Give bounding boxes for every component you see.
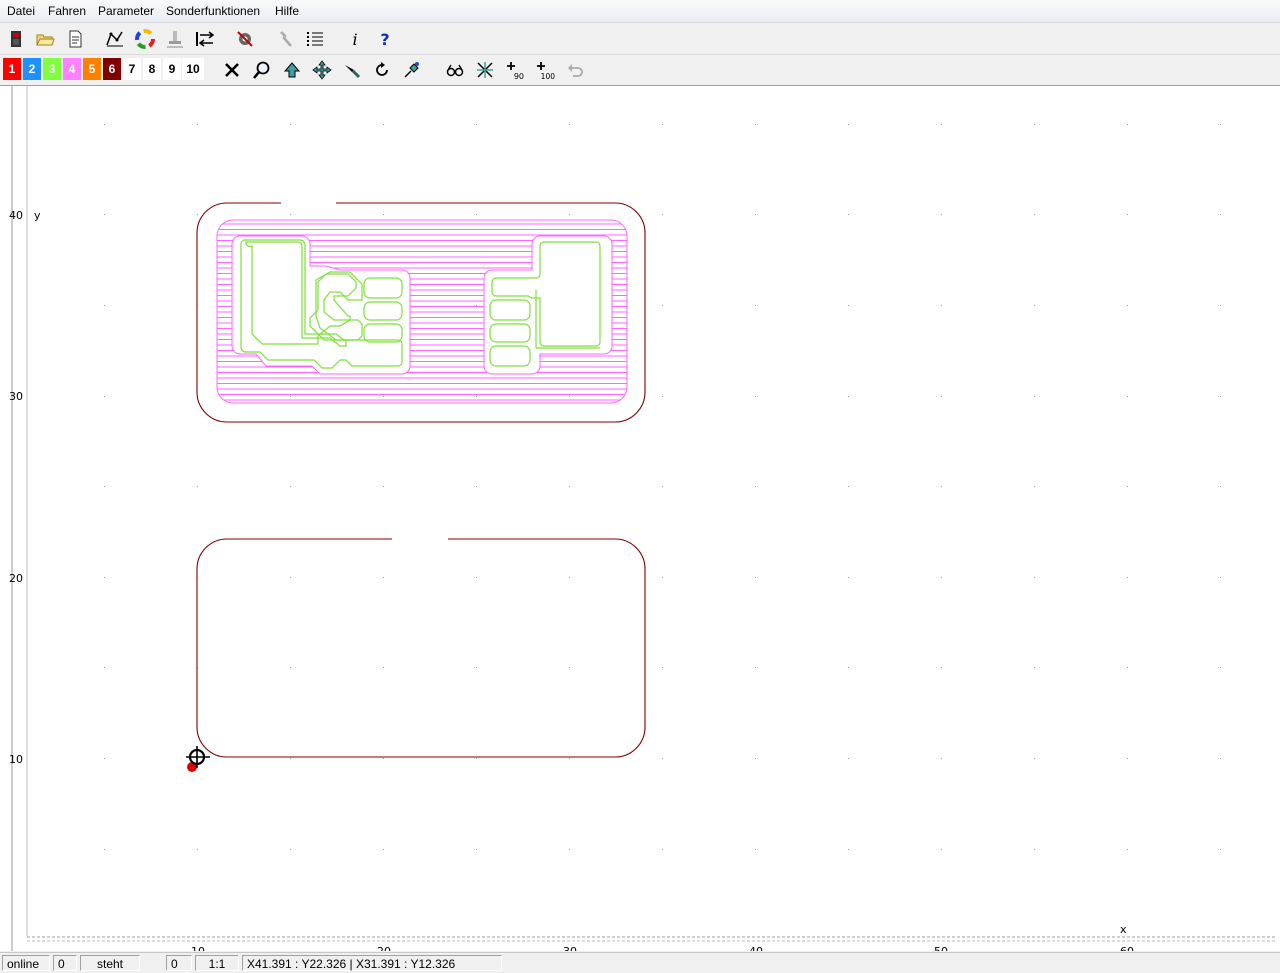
pen-1-label: 1 xyxy=(8,62,16,76)
pen-3-label: 3 xyxy=(48,62,56,76)
plus-100-badge: 100 xyxy=(541,72,555,80)
help-icon[interactable]: ? xyxy=(373,27,397,51)
plus-90-badge: 90 xyxy=(514,72,524,80)
arrow-up-icon[interactable] xyxy=(280,58,304,82)
status-field-1: 0 xyxy=(53,955,77,971)
y-tick-label: 30 xyxy=(9,390,23,403)
x-axis-label: x xyxy=(1120,923,1127,936)
knife-icon[interactable] xyxy=(340,58,364,82)
pen-5-button[interactable]: 5 xyxy=(83,58,101,80)
menu-datei[interactable]: Datei xyxy=(7,4,35,18)
x-tick-label: 50 xyxy=(934,945,948,951)
x-tick-label: 10 xyxy=(191,945,205,951)
coordinate-readout: X41.391 : Y22.326 | X31.391 : Y12.326 xyxy=(242,955,502,971)
pen-10-button[interactable]: 10 xyxy=(182,58,204,80)
pen-8-label: 8 xyxy=(148,62,156,76)
pen-8-button[interactable]: 8 xyxy=(143,58,161,80)
y-tick-label: 10 xyxy=(9,753,23,766)
x-tick-label: 30 xyxy=(563,945,577,951)
pen-10-label: 10 xyxy=(186,62,200,76)
pen-5-label: 5 xyxy=(88,62,96,76)
grid-dots xyxy=(104,124,1221,850)
swap-icon[interactable] xyxy=(193,27,217,51)
y-axis: y 40 30 20 10 xyxy=(9,86,41,951)
pin-icon[interactable] xyxy=(400,58,424,82)
machine-state: steht xyxy=(80,955,140,971)
document-icon[interactable] xyxy=(63,27,87,51)
y-tick-label: 40 xyxy=(9,209,23,222)
plus-100-icon[interactable]: 100 xyxy=(533,58,557,82)
svg-text:i: i xyxy=(352,30,357,49)
glasses-icon[interactable] xyxy=(443,58,467,82)
pen-9-button[interactable]: 9 xyxy=(163,58,181,80)
plus-90-icon[interactable]: 90 xyxy=(503,58,527,82)
scale-indicator: 1:1 xyxy=(195,955,239,971)
color-wheel-icon[interactable] xyxy=(133,27,157,51)
undo-icon[interactable] xyxy=(563,58,587,82)
pen-1-button[interactable]: 1 xyxy=(3,58,21,80)
main-toolbar: i ? xyxy=(0,23,1280,55)
crosshair-icon[interactable] xyxy=(473,58,497,82)
wrench-icon[interactable] xyxy=(273,27,297,51)
pen-9-label: 9 xyxy=(168,62,176,76)
pen-toolbar: 1 2 3 4 5 6 7 8 9 10 90 100 xyxy=(0,55,1280,86)
pen-7-label: 7 xyxy=(128,62,136,76)
x-tick-label: 60 xyxy=(1120,945,1134,951)
pen-4-button[interactable]: 4 xyxy=(63,58,81,80)
menu-parameter[interactable]: Parameter xyxy=(98,4,154,18)
path-icon[interactable] xyxy=(103,27,127,51)
settings-icon[interactable] xyxy=(233,27,257,51)
list-icon[interactable] xyxy=(303,27,327,51)
rotate-icon[interactable] xyxy=(370,58,394,82)
y-tick-label: 20 xyxy=(9,572,23,585)
delete-icon[interactable] xyxy=(220,58,244,82)
status-bar: online 0 steht 0 1:1 X41.391 : Y22.326 |… xyxy=(0,952,1280,973)
status-spacer xyxy=(143,955,163,971)
menu-fahren[interactable]: Fahren xyxy=(48,4,86,18)
info-icon[interactable]: i xyxy=(343,27,367,51)
pen-2-label: 2 xyxy=(28,62,36,76)
tool-icon[interactable] xyxy=(163,27,187,51)
pen-3-button[interactable]: 3 xyxy=(43,58,61,80)
pen-6-button[interactable]: 6 xyxy=(103,58,121,80)
move-icon[interactable] xyxy=(310,58,334,82)
menu-bar: Datei Fahren Parameter Sonderfunktionen … xyxy=(0,0,1280,23)
menu-hilfe[interactable]: Hilfe xyxy=(275,4,299,18)
x-tick-label: 40 xyxy=(749,945,763,951)
connection-status: online xyxy=(2,955,50,971)
y-axis-label: y xyxy=(34,209,41,222)
zoom-icon[interactable] xyxy=(250,58,274,82)
menu-sonderfunktionen[interactable]: Sonderfunktionen xyxy=(166,4,260,18)
pen-6-label: 6 xyxy=(108,62,116,76)
pen-4-label: 4 xyxy=(68,62,76,76)
open-folder-icon[interactable] xyxy=(33,27,57,51)
pen-2-button[interactable]: 2 xyxy=(23,58,41,80)
x-tick-label: 20 xyxy=(377,945,391,951)
exit-icon[interactable] xyxy=(4,27,28,51)
x-axis: x 10 20 30 40 50 60 xyxy=(27,923,1276,951)
svg-text:?: ? xyxy=(380,30,389,49)
drawing-canvas[interactable]: y 40 30 20 10 x 10 20 30 40 50 60 xyxy=(0,86,1280,951)
status-field-2: 0 xyxy=(166,955,192,971)
pen-7-button[interactable]: 7 xyxy=(123,58,141,80)
